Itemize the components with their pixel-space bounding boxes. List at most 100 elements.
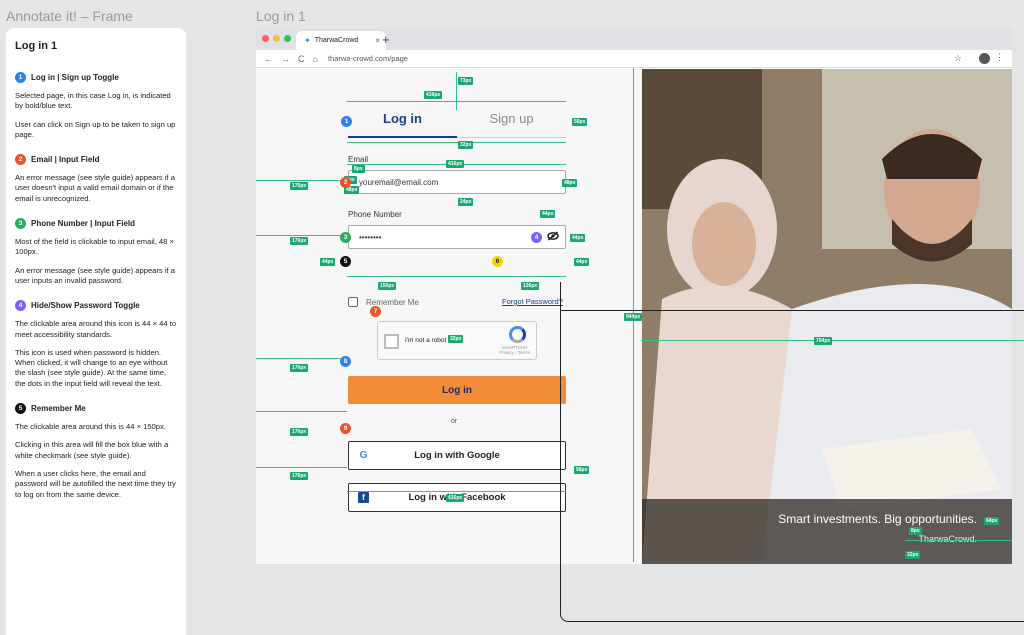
guide-line — [347, 491, 566, 492]
google-login-label: Log in with Google — [414, 450, 500, 461]
annotation-text: When a user clicks here, the email and p… — [15, 468, 176, 499]
annotation-marker: 9 — [340, 423, 351, 434]
annotation-text: An error message (see style guide) appea… — [15, 173, 175, 203]
guide-line — [347, 276, 566, 277]
close-tab-icon[interactable]: × — [375, 36, 380, 45]
bookmark-star-icon[interactable]: ☆ — [954, 53, 962, 64]
annotation-item: 4 Hide/Show Password Toggle The clickable… — [15, 300, 177, 389]
annotation-marker: 7 — [370, 306, 381, 317]
measure-label: 44px — [320, 258, 336, 266]
maximize-window-button[interactable] — [284, 35, 291, 42]
measure-label: 176px — [290, 182, 309, 190]
google-icon: G — [359, 450, 368, 461]
measure-label: 416px — [446, 160, 465, 168]
email-label: Email — [348, 155, 369, 164]
measure-label: 24px — [458, 198, 474, 206]
measure-label: 416px — [424, 91, 443, 99]
measure-label: 32px — [448, 335, 464, 343]
measure-label: 32px — [458, 141, 474, 149]
measure-label: 56px — [572, 118, 588, 126]
annotation-heading: Hide/Show Password Toggle — [31, 301, 140, 311]
url-field[interactable]: tharwa-crowd.com/page — [328, 54, 408, 63]
browser-tab-title: TharwaCrowd — [314, 37, 359, 44]
forgot-password-link[interactable]: Forgot Password? — [502, 297, 563, 306]
annotation-text: The clickable area around this is 44 × 1… — [15, 422, 166, 432]
annotation-text: Clicking in this area will fill the box … — [15, 440, 169, 460]
annotation-marker: 3 — [340, 232, 351, 243]
favicon-icon: ✦ — [304, 36, 311, 45]
measure-label: 44px — [570, 234, 586, 242]
guide-line — [256, 180, 347, 181]
annotation-marker: 2 — [340, 177, 351, 188]
annotation-number: 1 — [15, 72, 26, 83]
annotation-heading: Remember Me — [31, 404, 86, 414]
annotation-item: 3 Phone Number | Input Field Most of the … — [15, 218, 177, 286]
remember-me[interactable]: Remember Me — [348, 297, 419, 307]
back-icon[interactable]: ← — [264, 54, 273, 64]
measure-label: 176px — [290, 472, 309, 480]
login-button[interactable]: Log in — [348, 376, 566, 404]
recaptcha-brand: reCAPTCHA Privacy - Terms — [499, 345, 530, 355]
hide-password-icon[interactable] — [547, 231, 559, 244]
annotation-number: 3 — [15, 218, 26, 230]
browser-tab[interactable]: ✦ TharwaCrowd × — [296, 31, 386, 50]
measure-label: 150px — [378, 282, 397, 290]
measure-label: 44px — [574, 258, 590, 266]
measure-label: 176px — [290, 237, 309, 245]
phone-label: Phone Number — [348, 210, 402, 219]
browser-tabbar: ✦ TharwaCrowd × + — [256, 28, 1012, 50]
measure-label: 176px — [290, 428, 309, 436]
guide-line — [256, 467, 347, 468]
annotation-title: Log in 1 — [15, 40, 58, 52]
browser-menu-icon[interactable]: ⋮ — [995, 52, 1004, 63]
measure-label: 8px — [352, 165, 365, 173]
measure-label: 176px — [290, 364, 309, 372]
measure-label: 416px — [446, 494, 465, 502]
reload-icon[interactable]: C — [298, 54, 305, 64]
recaptcha-checkbox[interactable] — [384, 334, 399, 349]
minimize-window-button[interactable] — [273, 35, 280, 42]
guide-line — [256, 411, 347, 412]
annotation-heading: Phone Number | Input Field — [31, 219, 136, 229]
google-login-button[interactable]: G Log in with Google — [348, 441, 566, 470]
measure-label: 48px — [562, 179, 578, 187]
forward-icon[interactable]: → — [281, 54, 290, 64]
connector-line — [560, 310, 1024, 622]
facebook-icon: f — [358, 492, 369, 503]
annotation-text: This icon is used when password is hidde… — [15, 347, 168, 388]
annotation-heading: Email | Input Field — [31, 155, 100, 165]
new-tab-button[interactable]: + — [382, 32, 390, 47]
home-icon[interactable]: ⌂ — [313, 54, 318, 64]
annotation-item: 5 Remember Me The clickable area around t… — [15, 403, 177, 500]
annotation-marker: 6 — [492, 256, 503, 267]
or-divider: or — [451, 418, 458, 425]
guide-line — [347, 142, 566, 143]
annotation-number: 4 — [15, 300, 26, 312]
recaptcha-label: I'm not a robot — [405, 337, 447, 344]
email-field[interactable]: youremail@email.com — [348, 170, 566, 194]
annotation-text: An error message (see style guide) appea… — [15, 265, 175, 285]
password-value: •••••••• — [359, 232, 382, 242]
annotation-number: 2 — [15, 154, 26, 166]
measure-label: 73px — [458, 77, 474, 85]
annotation-marker: 4 — [531, 232, 542, 243]
annotation-number: 5 — [15, 403, 26, 415]
profile-avatar[interactable] — [979, 53, 990, 64]
window-controls — [262, 35, 291, 42]
guide-line — [456, 72, 457, 110]
tab-login[interactable]: Log in — [348, 111, 457, 138]
remember-me-checkbox[interactable] — [348, 297, 358, 307]
measure-label: 44px — [540, 210, 556, 218]
tab-signup[interactable]: Sign up — [457, 111, 566, 138]
annotation-item: 2 Email | Input Field An error message (s… — [15, 154, 177, 204]
recaptcha-logo-icon — [509, 326, 526, 343]
frame-label-login: Log in 1 — [256, 8, 306, 24]
annotation-text: User can click on Sign up to be taken to… — [15, 119, 176, 139]
annotation-marker: 1 — [341, 116, 352, 127]
recaptcha-terms-link[interactable]: Privacy - Terms — [499, 350, 530, 355]
annotation-panel: Log in 1 1 Log in | Sign up Toggle Select… — [6, 28, 186, 635]
annotation-item: 1 Log in | Sign up Toggle Selected page, … — [15, 72, 177, 140]
annotation-marker: 8 — [340, 356, 351, 367]
login-signup-toggle: Log in Sign up — [348, 111, 566, 138]
close-window-button[interactable] — [262, 35, 269, 42]
